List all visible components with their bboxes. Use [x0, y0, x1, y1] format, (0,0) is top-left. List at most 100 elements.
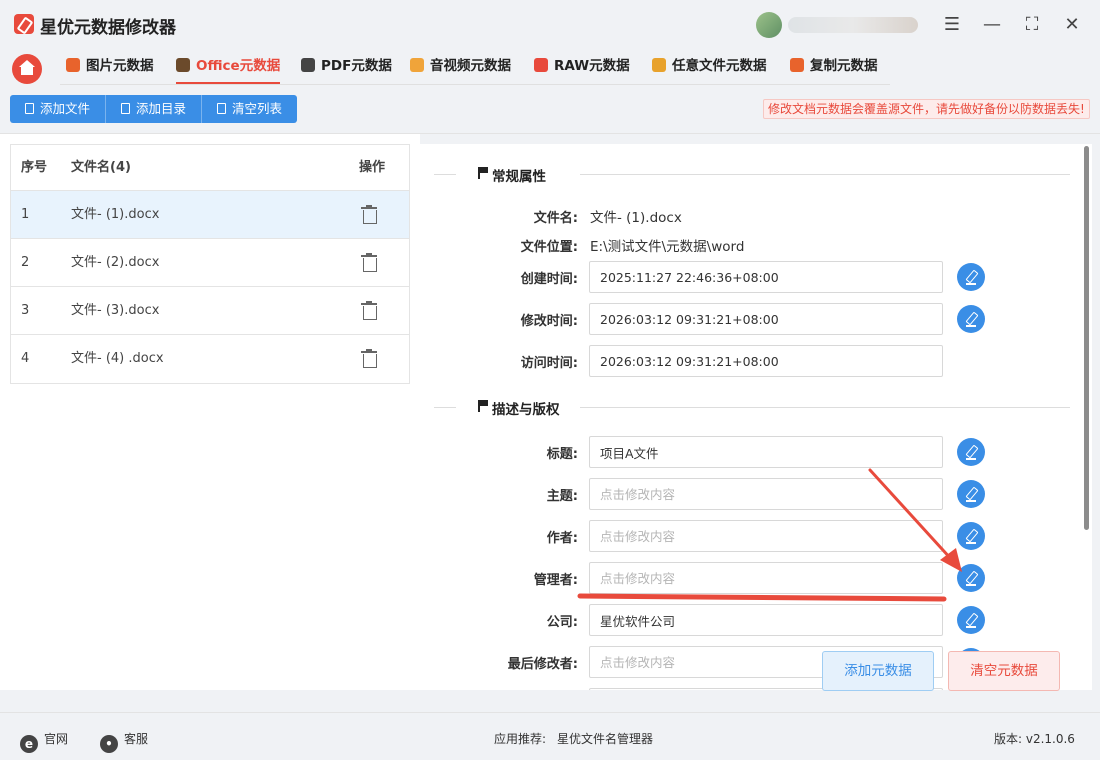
file-list-panel: 序号 文件名(4) 操作 1 文件- (1).docx 2 文件- (2).do…	[0, 134, 420, 690]
table-header: 序号 文件名(4) 操作	[11, 145, 409, 191]
ie-icon: e	[20, 735, 38, 753]
table-row[interactable]: 3 文件- (3).docx	[11, 287, 409, 335]
tab-pdf-metadata[interactable]: PDF元数据	[301, 50, 392, 84]
row-created: 创建时间:	[420, 261, 1092, 293]
website-link[interactable]: e 官网	[20, 730, 68, 753]
header-filename: 文件名(4)	[71, 160, 131, 175]
close-icon[interactable]: ✕	[1060, 13, 1084, 37]
settings-sliders-icon[interactable]: ☰	[940, 13, 964, 37]
file-icon	[25, 103, 34, 114]
title-label: 标题:	[546, 447, 578, 462]
user-account[interactable]	[756, 12, 921, 38]
created-label: 创建时间:	[520, 272, 578, 287]
flag-icon	[478, 167, 488, 179]
delete-icon[interactable]	[361, 205, 377, 224]
image-icon	[66, 58, 80, 72]
edit-icon[interactable]	[957, 522, 985, 550]
delete-icon[interactable]	[361, 349, 377, 368]
modified-label: 修改时间:	[520, 314, 578, 329]
accessed-time-field[interactable]	[589, 345, 943, 377]
clear-metadata-button[interactable]: 清空元数据	[948, 651, 1060, 691]
table-row[interactable]: 1 文件- (1).docx	[11, 191, 409, 239]
edit-icon[interactable]	[957, 606, 985, 634]
edit-icon[interactable]	[957, 305, 985, 333]
row-accessed: 访问时间:	[420, 345, 1092, 377]
maximize-icon[interactable]: ⛶	[1020, 13, 1044, 37]
home-icon[interactable]	[12, 54, 42, 84]
camera-icon	[534, 58, 548, 72]
row-manager: 管理者:	[420, 562, 1092, 594]
minimize-icon[interactable]: —	[980, 13, 1004, 37]
row-filename: 文件- (3).docx	[71, 303, 160, 318]
tab-divider	[60, 84, 890, 85]
row-filename: 文件- (4) .docx	[71, 351, 164, 366]
edit-icon[interactable]	[957, 438, 985, 466]
avatar	[756, 12, 782, 38]
row-location: 文件位置: E:\测试文件\元数据\word	[420, 229, 1092, 261]
header-action: 操作	[359, 160, 386, 175]
flag-icon	[478, 400, 488, 412]
last-modified-by-label: 最后修改者:	[507, 657, 578, 672]
row-subject: 主题:	[420, 478, 1092, 510]
accessed-label: 访问时间:	[520, 356, 578, 371]
tab-raw-metadata[interactable]: RAW元数据	[534, 50, 630, 84]
tab-av-metadata[interactable]: 音视频元数据	[410, 50, 511, 84]
trash-icon	[217, 103, 227, 114]
add-directory-button[interactable]: 添加目录	[106, 95, 203, 123]
row-title: 标题:	[420, 436, 1092, 468]
delete-icon[interactable]	[361, 301, 377, 320]
company-field[interactable]	[589, 604, 943, 636]
row-filename: 文件名: 文件- (1).docx	[420, 200, 1092, 232]
created-time-field[interactable]	[589, 261, 943, 293]
pdf-icon	[301, 58, 315, 72]
tab-copy-metadata[interactable]: 复制元数据	[790, 50, 878, 84]
file-icon	[652, 58, 666, 72]
section-title: 描述与版权	[492, 402, 560, 418]
title-field[interactable]	[589, 436, 943, 468]
row-index: 1	[21, 207, 30, 222]
table-row[interactable]: 2 文件- (2).docx	[11, 239, 409, 287]
tab-office-metadata[interactable]: Office元数据	[176, 50, 281, 84]
metadata-panel: 常规属性 文件名: 文件- (1).docx 文件位置: E:\测试文件\元数据…	[420, 144, 1092, 690]
subject-label: 主题:	[546, 489, 578, 504]
manager-field[interactable]	[589, 562, 943, 594]
edit-icon[interactable]	[957, 564, 985, 592]
copy-icon	[790, 58, 804, 72]
title-bar: 星优元数据修改器 ☰ — ⛶ ✕	[0, 0, 1100, 50]
author-field[interactable]	[589, 520, 943, 552]
support-link[interactable]: • 客服	[100, 730, 148, 753]
file-table: 序号 文件名(4) 操作 1 文件- (1).docx 2 文件- (2).do…	[10, 144, 410, 384]
company-label: 公司:	[546, 615, 578, 630]
user-name-blurred	[788, 17, 918, 33]
filename-value: 文件- (1).docx	[590, 210, 682, 226]
section-general: 常规属性	[434, 164, 1070, 185]
delete-icon[interactable]	[361, 253, 377, 272]
location-label: 文件位置:	[520, 240, 578, 255]
edit-icon[interactable]	[957, 480, 985, 508]
row-company: 公司:	[420, 604, 1092, 636]
author-label: 作者:	[546, 531, 578, 546]
row-modified: 修改时间:	[420, 303, 1092, 335]
add-file-button[interactable]: 添加文件	[10, 95, 107, 123]
footer: e 官网 • 客服 应用推荐: 星优文件名管理器 版本: v2.1.0.6	[0, 712, 1100, 760]
row-index: 3	[21, 303, 30, 318]
header-index: 序号	[21, 160, 48, 175]
folder-icon	[121, 103, 131, 114]
row-author: 作者:	[420, 520, 1092, 552]
tab-image-metadata[interactable]: 图片元数据	[66, 50, 154, 84]
modified-time-field[interactable]	[589, 303, 943, 335]
section-title: 常规属性	[492, 169, 546, 185]
add-metadata-button[interactable]: 添加元数据	[822, 651, 934, 691]
chat-icon: •	[100, 735, 118, 753]
recommend-app-link[interactable]: 星优文件名管理器	[557, 730, 653, 747]
clear-list-button[interactable]: 清空列表	[202, 95, 298, 123]
table-row[interactable]: 4 文件- (4) .docx	[11, 335, 409, 383]
recommend-label: 应用推荐:	[494, 732, 547, 746]
tab-any-file-metadata[interactable]: 任意文件元数据	[652, 50, 767, 84]
toolbar: 添加文件 添加目录 清空列表	[10, 95, 298, 123]
subject-field[interactable]	[589, 478, 943, 510]
version-text: 版本: v2.1.0.6	[994, 732, 1075, 746]
backup-warning: 修改文档元数据会覆盖源文件，请先做好备份以防数据丢失!	[763, 99, 1090, 119]
scrollbar[interactable]	[1084, 146, 1089, 530]
edit-icon[interactable]	[957, 263, 985, 291]
